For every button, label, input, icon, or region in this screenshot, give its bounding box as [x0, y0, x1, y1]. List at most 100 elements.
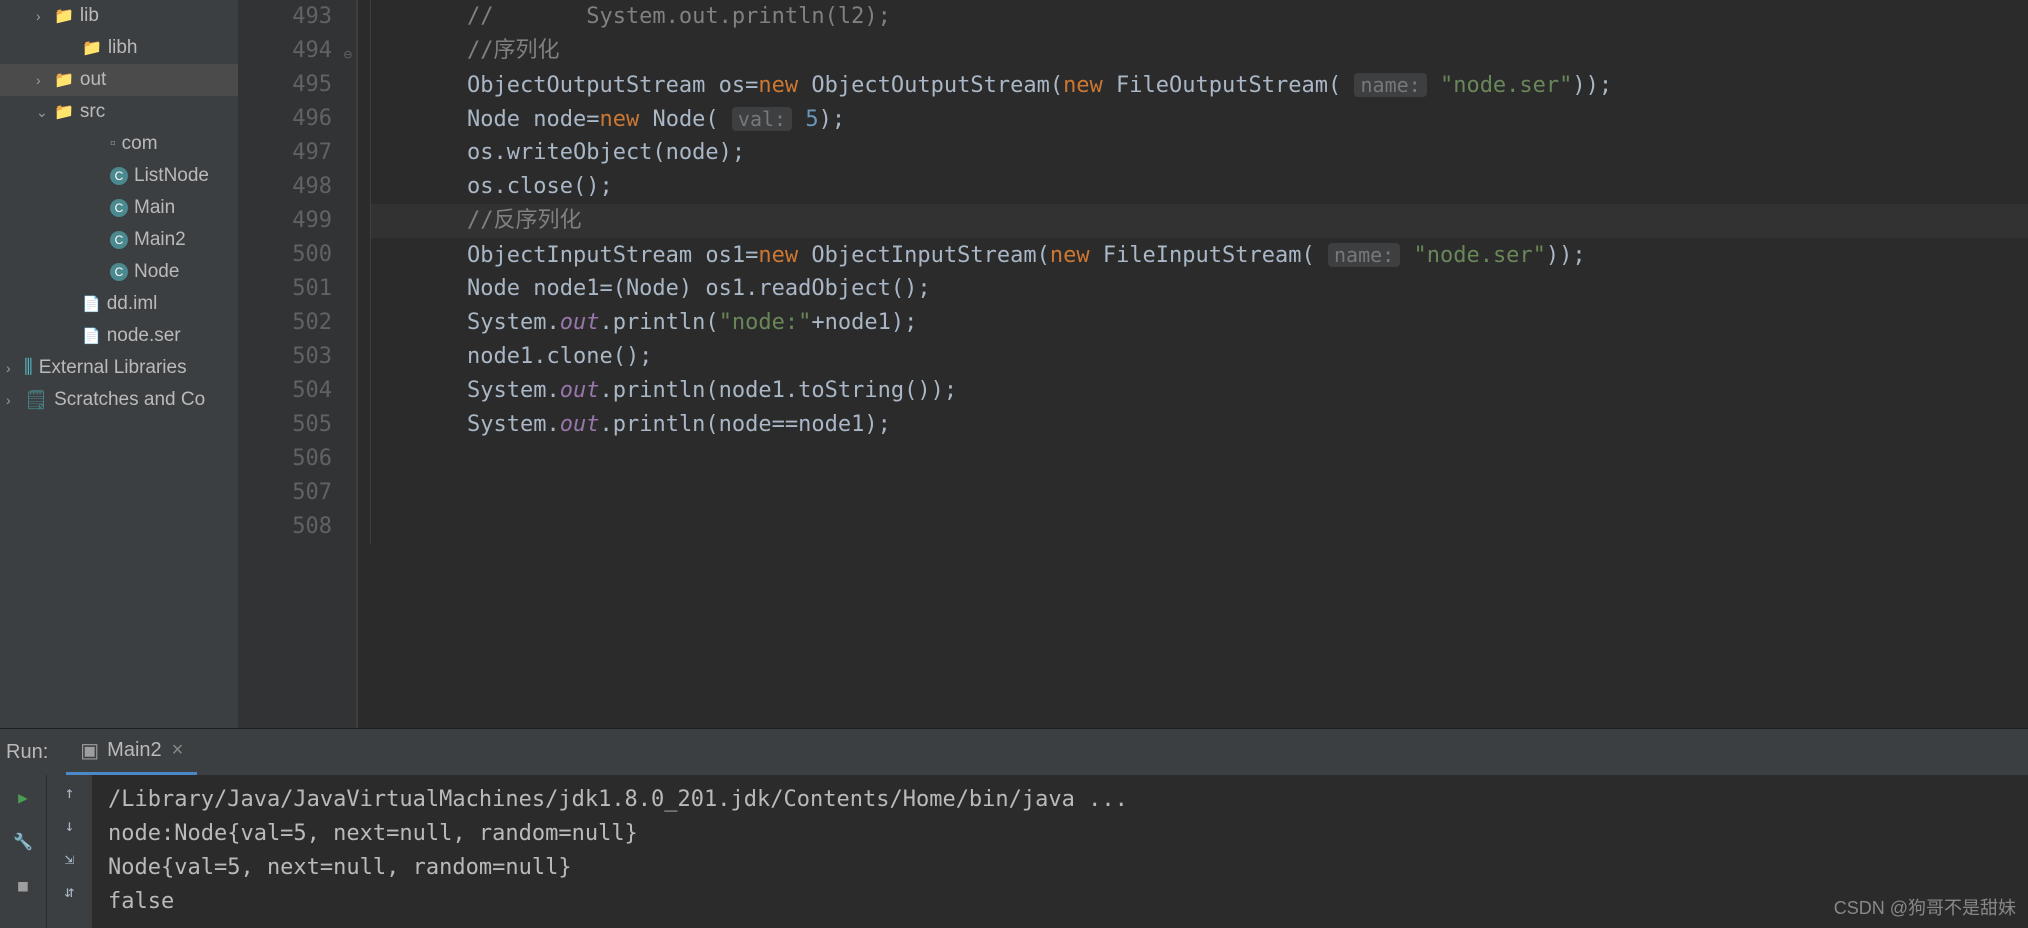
down-icon[interactable]: ↓ [65, 816, 75, 835]
tree-item-lib[interactable]: ›📁lib [0, 0, 238, 32]
class-icon: C [110, 167, 128, 185]
code-token: out [560, 310, 600, 335]
code-line[interactable]: // System.out.println(l2); [370, 0, 2028, 34]
code-token: FileOutputStream( [1103, 73, 1355, 98]
code-token: ObjectOutputStream( [798, 73, 1063, 98]
class-icon: C [110, 263, 128, 281]
wrench-icon[interactable]: 🔧 [9, 827, 37, 855]
code-token: name: [1354, 73, 1426, 97]
layout-icon[interactable]: ⇵ [65, 882, 75, 901]
tree-item-listnode[interactable]: CListNode [0, 160, 238, 192]
code-token: //序列化 [467, 38, 560, 63]
tree-item-label: Main [134, 197, 175, 219]
code-token: val: [732, 107, 792, 131]
console-output[interactable]: /Library/Java/JavaVirtualMachines/jdk1.8… [92, 775, 2028, 928]
project-tree[interactable]: ›📁lib📁libh›📁out⌄📁src▫comCListNodeCMainCM… [0, 0, 238, 728]
folder-icon: 📁 [54, 6, 74, 26]
tree-item-main[interactable]: CMain [0, 192, 238, 224]
code-token: os.close(); [467, 174, 613, 199]
tree-item-dd-iml[interactable]: 📄dd.iml [0, 288, 238, 320]
run-tabs: Run: ▣ Main2 × [0, 729, 2028, 775]
code-token: Node( [639, 107, 732, 132]
code-token: os.writeObject(node); [467, 140, 745, 165]
code-token: new [1050, 243, 1090, 268]
code-line[interactable]: os.close(); [370, 170, 2028, 204]
tree-item-com[interactable]: ▫ com [0, 128, 238, 160]
folder-icon: 📁 [54, 102, 74, 122]
line-number: 494 [238, 34, 332, 68]
chevron-right-icon[interactable]: › [36, 8, 54, 24]
close-icon[interactable]: × [172, 739, 184, 762]
code-token: "node:" [719, 310, 812, 335]
line-number: 497 [238, 136, 332, 170]
code-line[interactable]: //反序列化 [370, 204, 2028, 238]
tree-item-src[interactable]: ⌄📁src [0, 96, 238, 128]
code-token: System. [467, 378, 560, 403]
line-number: 506 [238, 442, 332, 476]
code-token: node1.clone(); [467, 344, 652, 369]
code-editor[interactable]: ⊖ 49349449549649749849950050150250350450… [238, 0, 2028, 728]
fold-icon[interactable]: ⊖ [344, 38, 352, 72]
line-number: 498 [238, 170, 332, 204]
run-tab-main2[interactable]: ▣ Main2 × [66, 729, 197, 775]
line-number: 503 [238, 340, 332, 374]
code-token: ); [819, 107, 846, 132]
code-token: ObjectInputStream( [798, 243, 1050, 268]
tree-item-scratches-and-co[interactable]: ›🗒Scratches and Co [0, 384, 238, 416]
line-number: 501 [238, 272, 332, 306]
chevron-down-icon[interactable]: ⌄ [36, 104, 54, 121]
chevron-right-icon[interactable]: › [36, 72, 54, 88]
export-icon[interactable]: ⇲ [65, 849, 75, 868]
watermark: CSDN @狗哥不是甜妹 [1834, 894, 2016, 920]
line-number: 508 [238, 510, 332, 544]
package-icon: ▫ [110, 135, 116, 153]
line-number: 493 [238, 0, 332, 34]
code-line[interactable]: System.out.println(node==node1); [370, 408, 2028, 442]
scratch-icon: 🗒 [24, 388, 48, 412]
stop-button[interactable]: ■ [9, 871, 37, 899]
code-line[interactable] [370, 442, 2028, 476]
code-line[interactable]: System.out.println("node:"+node1); [370, 306, 2028, 340]
code-token: // System.out.println(l2); [467, 4, 891, 29]
code-line[interactable]: node1.clone(); [370, 340, 2028, 374]
code-line[interactable]: //序列化 [370, 34, 2028, 68]
code-line[interactable] [370, 476, 2028, 510]
line-gutter: ⊖ 49349449549649749849950050150250350450… [238, 0, 358, 728]
code-line[interactable] [370, 510, 2028, 544]
tree-item-main2[interactable]: CMain2 [0, 224, 238, 256]
tree-item-label: Node [134, 261, 179, 283]
code-token: ObjectOutputStream os= [467, 73, 758, 98]
code-token: name: [1328, 243, 1400, 267]
line-number: 502 [238, 306, 332, 340]
code-line[interactable]: ObjectInputStream os1=new ObjectInputStr… [370, 238, 2028, 272]
tree-item-node[interactable]: C Node [0, 256, 238, 288]
tree-item-libh[interactable]: 📁libh [0, 32, 238, 64]
class-icon: C [110, 231, 128, 249]
code-area[interactable]: // System.out.println(l2); //序列化 ObjectOut… [358, 0, 2028, 728]
tree-item-out[interactable]: ›📁out [0, 64, 238, 96]
code-token: System. [467, 412, 560, 437]
code-token: 5 [805, 107, 818, 132]
chevron-right-icon[interactable]: › [6, 392, 24, 408]
code-token: .println(node1. [599, 378, 798, 403]
code-token: .println(node==node1); [599, 412, 890, 437]
up-icon[interactable]: ↑ [65, 783, 75, 802]
chevron-right-icon[interactable]: › [6, 360, 24, 376]
line-number: 500 [238, 238, 332, 272]
code-line[interactable]: Node node1=(Node) os1.readObject(); [370, 272, 2028, 306]
code-token: "node.ser" [1413, 243, 1545, 268]
file-icon: 📄 [82, 295, 101, 313]
tree-item-label: com [122, 133, 158, 155]
tree-item-external-libraries[interactable]: ›⫼External Libraries [0, 352, 238, 384]
tree-item-node-ser[interactable]: 📄node.ser [0, 320, 238, 352]
code-line[interactable]: System.out.println(node1.toString()); [370, 374, 2028, 408]
code-token [1400, 243, 1413, 268]
run-panel: Run: ▣ Main2 × ▶ 🔧 ■ ↑ ↓ ⇲ ⇵ /Library/Ja… [0, 728, 2028, 928]
tree-item-label: node.ser [107, 325, 181, 347]
code-line[interactable]: os.writeObject(node); [370, 136, 2028, 170]
code-line[interactable]: Node node=new Node( val: 5); [370, 102, 2028, 136]
code-line[interactable]: ObjectOutputStream os=new ObjectOutputSt… [370, 68, 2028, 102]
code-token: +node1); [811, 310, 917, 335]
rerun-button[interactable]: ▶ [9, 783, 37, 811]
code-token: Node node1=(Node) os1.readObject(); [467, 276, 931, 301]
